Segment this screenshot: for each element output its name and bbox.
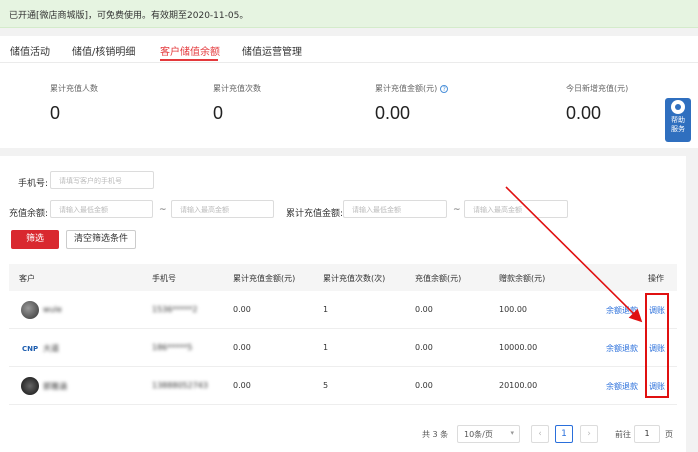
- stats-panel: 累计充值人数 0 累计充值次数 0 累计充值金额(元)? 0.00 今日新增充值…: [0, 63, 698, 148]
- refund-link[interactable]: 余额退款: [606, 343, 638, 354]
- annotation-highlight-box: [645, 293, 669, 398]
- total-amount: 0.00: [233, 381, 251, 390]
- balance: 0.00: [415, 343, 433, 352]
- total-count: 1: [323, 305, 329, 314]
- stat-value-recharge-times: 0: [213, 103, 224, 123]
- pagination: 共 3 条 10条/页 ▾ ‹ 1 › 前往 1 页: [0, 418, 686, 452]
- gift-balance: 10000.00: [499, 343, 538, 352]
- refund-link[interactable]: 余额退款: [606, 381, 638, 392]
- next-page-button[interactable]: ›: [580, 425, 598, 443]
- goto-page-input[interactable]: 1: [634, 425, 660, 443]
- balance: 0.00: [415, 381, 433, 390]
- total-amount-label: 累计充值金额:: [286, 209, 344, 219]
- table-row: CNP 大道 186*****5 0.00 1 0.00 10000.00 余额…: [9, 329, 677, 367]
- goto-label: 前往: [615, 430, 631, 439]
- chevron-down-icon: ▾: [510, 429, 514, 437]
- help-service-button[interactable]: 帮助 服务: [665, 98, 691, 142]
- stat-value-recharge-amount: 0.00: [375, 103, 411, 123]
- col-customer: 客户: [19, 274, 35, 283]
- customer-name: 郭雅涵: [43, 382, 67, 391]
- tab-bar: 储值活动 储值/核销明细 客户储值余额 储值运营管理: [0, 36, 698, 62]
- filter-button[interactable]: 筛选: [11, 230, 59, 249]
- page-unit-label: 页: [665, 430, 673, 439]
- headset-icon: [671, 100, 685, 114]
- notice-text: 已开通[微店商城版]，可免费使用。有效期至2020-11-05。: [9, 11, 249, 21]
- customer-phone: 1536*****2: [152, 305, 198, 314]
- range-separator: ~: [159, 205, 167, 215]
- stat-label-recharge-users: 累计充值人数: [50, 84, 98, 93]
- avatar: [21, 377, 39, 395]
- page-button-1[interactable]: 1: [555, 425, 573, 443]
- total-count-text: 共 3 条: [422, 430, 449, 439]
- customer-name: 大道: [43, 344, 59, 353]
- balance-min-input[interactable]: 请输入最低金额: [50, 200, 153, 218]
- balance-max-input[interactable]: 请输入最高金额: [171, 200, 274, 218]
- clear-filter-button[interactable]: 清空筛选条件: [66, 230, 136, 249]
- balance-label: 充值余额:: [9, 209, 49, 219]
- col-gift-balance: 赠款余额(元): [499, 274, 546, 283]
- tab-storage-activity[interactable]: 储值活动: [10, 43, 50, 58]
- total-amount: 0.00: [233, 305, 251, 314]
- prev-page-button[interactable]: ‹: [531, 425, 549, 443]
- range-separator: ~: [453, 205, 461, 215]
- service-label: 服务: [671, 125, 685, 133]
- table-header: 客户 手机号 累计充值金额(元) 累计充值次数(次) 充值余额(元) 赠款余额(…: [9, 264, 677, 291]
- total-count: 5: [323, 381, 329, 390]
- table-row: 郭雅涵 13888052743 0.00 5 0.00 20100.00 余额退…: [9, 367, 677, 405]
- tab-customer-balance[interactable]: 客户储值余额: [160, 43, 220, 58]
- avatar: [21, 301, 39, 319]
- col-total-amount: 累计充值金额(元): [233, 274, 296, 283]
- tab-storage-detail[interactable]: 储值/核销明细: [72, 43, 135, 58]
- question-icon[interactable]: ?: [440, 84, 449, 93]
- notice-banner: 已开通[微店商城版]，可免费使用。有效期至2020-11-05。: [0, 0, 698, 28]
- col-phone: 手机号: [152, 274, 176, 283]
- col-balance: 充值余额(元): [415, 274, 462, 283]
- customer-phone: 186*****5: [152, 343, 193, 352]
- main-panel: 手机号: 请填写客户的手机号 充值余额: 请输入最低金额 ~ 请输入最高金额 累…: [0, 156, 686, 452]
- stat-label-recharge-amount: 累计充值金额(元)?: [375, 83, 449, 94]
- col-actions: 操作: [648, 274, 664, 283]
- phone-input[interactable]: 请填写客户的手机号: [50, 171, 154, 189]
- tab-storage-operations[interactable]: 储值运营管理: [242, 43, 302, 58]
- avatar: CNP: [21, 339, 39, 357]
- table-row: wule 1536*****2 0.00 1 0.00 100.00 余额退款 …: [9, 291, 677, 329]
- stat-label-today-new: 今日新增充值(元): [566, 84, 629, 93]
- gift-balance: 100.00: [499, 305, 527, 314]
- active-tab-indicator: [160, 59, 218, 61]
- total-amount: 0.00: [233, 343, 251, 352]
- stat-value-today-new: 0.00: [566, 103, 602, 123]
- total-max-input[interactable]: 请输入最高金额: [464, 200, 568, 218]
- customer-name: wule: [43, 305, 62, 314]
- customer-phone: 13888052743: [152, 381, 208, 390]
- stat-label-recharge-times: 累计充值次数: [213, 84, 261, 93]
- col-total-count: 累计充值次数(次): [323, 274, 386, 283]
- refund-link[interactable]: 余额退款: [606, 305, 638, 316]
- phone-label: 手机号:: [18, 179, 49, 189]
- svg-text:CNP: CNP: [22, 345, 38, 353]
- help-label: 帮助: [671, 116, 685, 124]
- balance: 0.00: [415, 305, 433, 314]
- total-min-input[interactable]: 请输入最低金额: [343, 200, 447, 218]
- total-count: 1: [323, 343, 329, 352]
- page-size-select[interactable]: 10条/页 ▾: [457, 425, 520, 443]
- stat-value-recharge-users: 0: [50, 103, 61, 123]
- gift-balance: 20100.00: [499, 381, 538, 390]
